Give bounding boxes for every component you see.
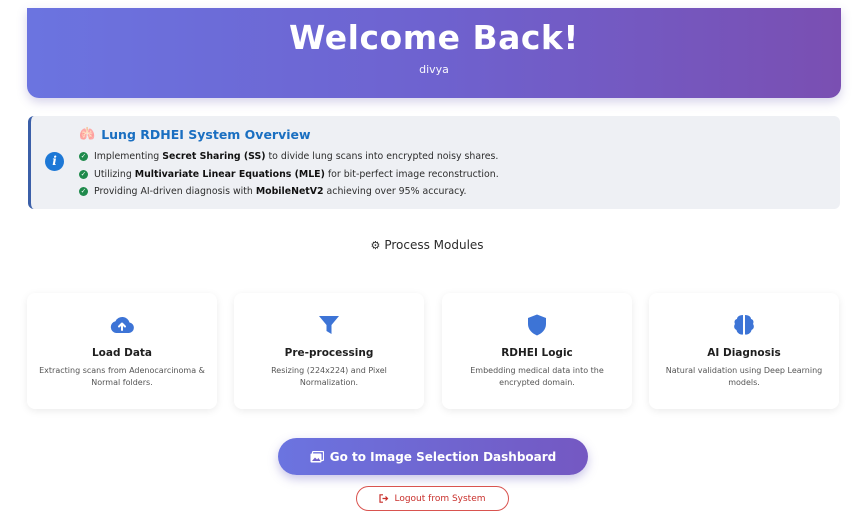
gears-icon: ⚙ <box>370 239 381 252</box>
welcome-banner: Welcome Back! divya <box>27 8 841 98</box>
cloud-upload-icon <box>110 316 134 333</box>
images-icon <box>310 450 324 462</box>
module-card-load-data: Load Data Extracting scans from Adenocar… <box>27 293 217 409</box>
brain-icon <box>734 315 754 335</box>
card-title: RDHEI Logic <box>501 347 573 359</box>
card-title: Pre-processing <box>284 347 374 359</box>
list-item: ✓ Providing AI-driven diagnosis with Mob… <box>79 183 499 201</box>
section-heading-text: Process Modules <box>384 238 484 252</box>
lungs-icon: 🫁 <box>79 127 96 142</box>
overview-title-text: Lung RDHEI System Overview <box>101 127 311 142</box>
process-modules-heading: ⚙ Process Modules <box>0 238 854 252</box>
username: divya <box>419 63 449 76</box>
module-card-ai-diagnosis: AI Diagnosis Natural validation using De… <box>649 293 839 409</box>
sign-out-icon <box>379 494 389 503</box>
list-item: ✓ Implementing Secret Sharing (SS) to di… <box>79 148 499 166</box>
logout-button[interactable]: Logout from System <box>356 486 509 511</box>
list-item-text: Implementing Secret Sharing (SS) to divi… <box>94 151 499 162</box>
filter-icon <box>319 316 339 334</box>
card-description: Resizing (224x224) and Pixel Normalizati… <box>271 366 387 387</box>
check-circle-icon: ✓ <box>79 169 88 179</box>
card-description: Natural validation using Deep Learning m… <box>665 366 823 387</box>
card-description: Embedding medical data into the encrypte… <box>470 366 604 387</box>
info-icon: i <box>45 152 64 171</box>
card-title: Load Data <box>91 347 153 359</box>
system-overview-panel: i 🫁 Lung RDHEI System Overview ✓ Impleme… <box>28 116 840 209</box>
list-item-text: Utilizing Multivariate Linear Equations … <box>94 168 499 180</box>
check-circle-icon: ✓ <box>79 152 88 162</box>
card-title: AI Diagnosis <box>707 347 781 359</box>
page-title: Welcome Back! <box>289 18 579 57</box>
overview-title: 🫁 Lung RDHEI System Overview <box>79 127 311 142</box>
check-circle-icon: ✓ <box>79 187 88 197</box>
module-card-preprocessing: Pre-processing Resizing (224x224) and Pi… <box>234 293 424 409</box>
card-description: Extracting scans from Adenocarcinoma & N… <box>39 366 205 387</box>
shield-icon <box>528 314 546 336</box>
page: Welcome Back! divya i 🫁 Lung RDHEI Syste… <box>0 0 854 515</box>
logout-button-label: Logout from System <box>394 493 486 504</box>
primary-button-label: Go to Image Selection Dashboard <box>329 449 557 464</box>
overview-list: ✓ Implementing Secret Sharing (SS) to di… <box>79 148 499 201</box>
module-card-rdhei-logic: RDHEI Logic Embedding medical data into … <box>442 293 632 409</box>
list-item: ✓ Utilizing Multivariate Linear Equation… <box>79 166 499 184</box>
list-item-text: Providing AI-driven diagnosis with Mobil… <box>94 186 467 197</box>
go-to-image-selection-button[interactable]: Go to Image Selection Dashboard <box>278 438 588 475</box>
